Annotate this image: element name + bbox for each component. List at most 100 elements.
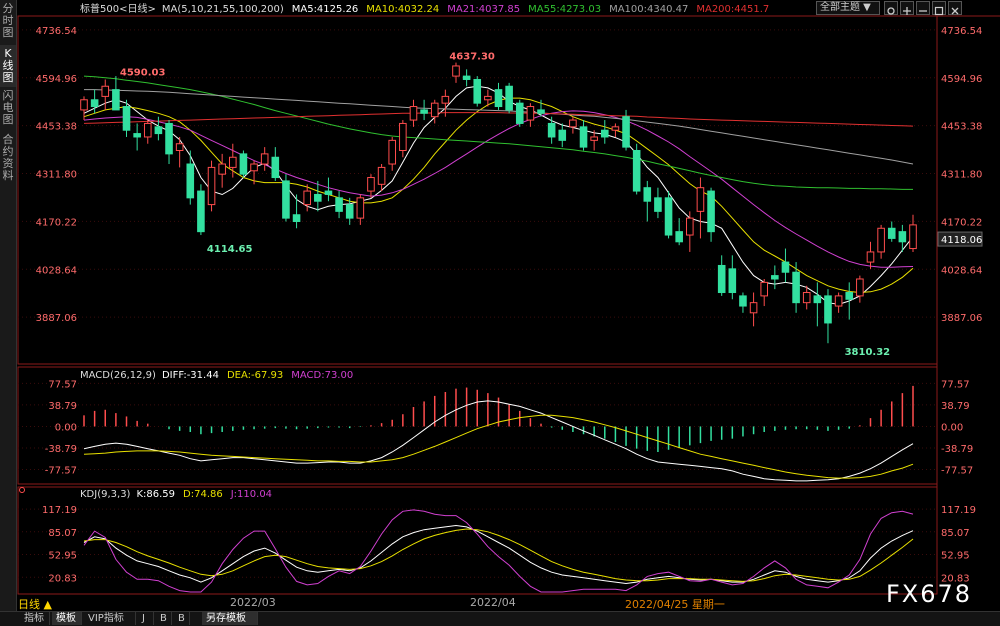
y-tick-label-left: -38.79 [45,444,77,455]
ma200-line [83,112,914,127]
candle-up [356,197,365,219]
kdj-panel-frame [17,486,938,595]
candle-down [717,264,726,294]
tab-vip-indicators[interactable]: VIP指标 [84,612,136,625]
y-tick-label-right: -77.57 [941,466,973,477]
candle-up [377,166,386,185]
candle-up [749,302,758,314]
tab-contract-info[interactable]: 合约资料 [0,131,17,189]
legend-item: MA21:4037.85 [447,4,520,15]
y-tick-label-left: 117.19 [42,505,77,516]
candle-up [526,106,535,121]
candle-up [909,224,917,250]
y-tick-label-left: 4453.38 [36,122,77,133]
candle-up [802,292,811,304]
tab-kline-label: K线图 [2,47,14,84]
panel-title: 标普500<日线> [80,2,156,15]
candle-down [537,109,545,114]
candle-up [590,136,598,141]
legend-item: DEA:-67.93 [227,370,283,381]
candle-down [845,292,854,300]
legend-item: MA55:4273.03 [528,4,601,15]
candle-down [771,275,779,280]
period-label: 日线 ▲ [18,598,52,611]
candle-down [887,227,896,239]
date-axis-label: 2022/03 [230,596,276,609]
legend-item: D:74.86 [183,489,223,500]
tab-b[interactable]: B [156,612,172,625]
candle-down [600,129,609,138]
y-tick-label-right: 38.79 [941,401,970,412]
y-tick-label-right: 0.00 [941,422,963,433]
legend-item: MA10:4032.24 [366,4,439,15]
candle-up [484,95,492,101]
cursor-date-label: 2022/04/25 星期一 [625,598,725,611]
candle-down [473,78,482,104]
price-annotation: 3810.32 [845,347,891,358]
legend-item: K:86.59 [136,489,175,500]
y-tick-label-left: 52.95 [48,551,77,562]
candle-up [611,126,620,131]
y-tick-label-right: 4170.22 [941,217,982,228]
candle-down [739,295,747,307]
candle-up [250,163,258,172]
candle-up [207,166,216,206]
candle-down [643,187,652,202]
candle-down [345,204,354,219]
y-tick-label-right: 117.19 [941,505,976,516]
side-panel [0,189,17,611]
candle-up [441,95,450,104]
candle-up [260,153,269,165]
candle-up [452,65,460,77]
add-icon[interactable] [900,1,914,15]
y-tick-label-right: 77.57 [941,379,970,390]
candle-down [314,193,322,202]
date-axis-label: 2022/04 [470,596,516,609]
minimize-icon[interactable] [916,1,930,15]
tab-indicators[interactable]: 指标 [20,612,50,625]
period-selector[interactable]: 日线 ▲ [18,596,52,612]
candle-down [781,261,790,273]
candle-down [654,197,662,212]
tab-intraday[interactable]: 分时图 [0,0,17,45]
tab-flash[interactable]: 闪电图 [0,87,17,131]
candle-down [728,268,737,294]
tab-flash-label: 闪电图 [2,89,14,126]
y-tick-label-right: 3887.06 [941,313,982,324]
tab-b2[interactable]: B [174,612,190,625]
candle-down [154,126,163,135]
close-icon[interactable] [948,1,962,15]
tab-kline[interactable]: K线图 [0,45,17,87]
candle-up [866,251,875,263]
y-tick-label-left: 20.83 [48,573,77,584]
candle-up [303,190,311,206]
tab-intraday-label: 分时图 [2,2,14,39]
tab-templates[interactable]: 模板 [52,612,82,625]
maximize-icon[interactable] [932,1,946,16]
theme-dropdown[interactable]: 全部主题 ▼ [816,1,880,15]
candle-up [760,281,768,297]
candle-down [707,190,715,233]
y-tick-label-left: -77.57 [45,466,77,477]
candle-up [399,122,407,151]
tab-j[interactable]: J [138,612,154,625]
candle-down [622,116,630,148]
y-tick-label-left: 3887.06 [36,313,77,324]
candle-down [186,163,195,199]
tab-save-template[interactable]: 另存模板 [202,612,258,625]
candle-down [112,89,120,111]
y-tick-label-right: 4028.64 [941,265,982,276]
candle-down [547,122,556,138]
candle-up [686,217,694,236]
settings-icon[interactable] [884,1,898,15]
candle-down [90,99,99,108]
theme-dropdown-label: 全部主题 ▼ [820,2,871,13]
candle-up [229,156,237,168]
y-tick-label-left: 4736.54 [36,26,77,37]
kdj-j-line [83,509,914,593]
candle-up [877,227,885,253]
legend-item: MA5:4125.26 [292,4,359,15]
candle-up [175,143,184,151]
y-tick-label-left: 38.79 [48,401,77,412]
y-tick-label-left: 4170.22 [36,217,77,228]
